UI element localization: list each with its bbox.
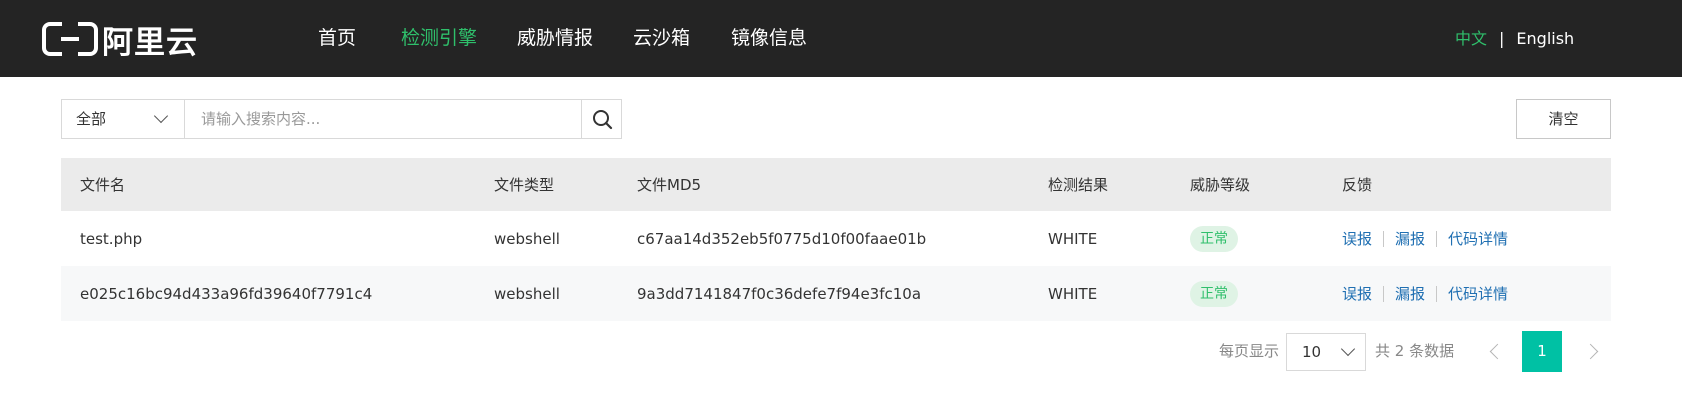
category-select[interactable]: 全部 xyxy=(61,99,185,139)
divider xyxy=(1436,285,1438,302)
per-page-select[interactable]: 10 xyxy=(1286,333,1366,371)
logo-text: 阿里云 xyxy=(102,24,198,61)
code-details-link[interactable]: 代码详情 xyxy=(1448,283,1508,304)
aliyun-logo-icon xyxy=(42,22,98,56)
divider xyxy=(1383,285,1385,302)
false-negative-link[interactable]: 漏报 xyxy=(1395,283,1425,304)
cell-result: WHITE xyxy=(1048,229,1098,248)
nav-item-home[interactable]: 首页 xyxy=(318,0,356,77)
lang-en-link[interactable]: English xyxy=(1516,29,1574,48)
cell-filename: test.php xyxy=(80,229,143,248)
table-row: test.php webshell c67aa14d352eb5f0775d10… xyxy=(61,211,1611,266)
header-md5: 文件MD5 xyxy=(637,176,702,194)
cell-threat-level: 正常 xyxy=(1190,211,1238,266)
next-page-icon[interactable] xyxy=(1582,343,1599,360)
lang-zh-link[interactable]: 中文 xyxy=(1455,29,1487,48)
nav-item-image-info[interactable]: 镜像信息 xyxy=(731,0,807,77)
cell-threat-level: 正常 xyxy=(1190,266,1238,321)
cell-feedback: 误报 漏报 代码详情 xyxy=(1342,211,1508,266)
search-icon xyxy=(593,110,613,130)
code-details-link[interactable]: 代码详情 xyxy=(1448,228,1508,249)
cell-md5: 9a3dd7141847f0c36defe7f94e3fc10a xyxy=(637,284,922,303)
false-negative-link[interactable]: 漏报 xyxy=(1395,228,1425,249)
table-header: 文件名 文件类型 文件MD5 检测结果 威胁等级 反馈 xyxy=(61,158,1611,211)
cell-filename: e025c16bc94d433a96fd39640f7791c4 xyxy=(80,284,373,303)
clear-button[interactable]: 清空 xyxy=(1516,99,1611,139)
search-button[interactable] xyxy=(581,99,622,139)
nav-item-threat-intel[interactable]: 威胁情报 xyxy=(517,0,593,77)
chevron-down-icon xyxy=(1340,341,1356,357)
lang-separator: | xyxy=(1499,29,1505,48)
status-badge: 正常 xyxy=(1190,225,1238,252)
nav-item-cloud-sandbox[interactable]: 云沙箱 xyxy=(633,0,690,77)
category-select-value: 全部 xyxy=(76,110,107,128)
table-row: e025c16bc94d433a96fd39640f7791c4 webshel… xyxy=(61,266,1611,321)
cell-filetype: webshell xyxy=(494,229,560,248)
false-positive-link[interactable]: 误报 xyxy=(1342,283,1372,304)
language-switcher: 中文 | English xyxy=(1455,0,1574,77)
search-input[interactable] xyxy=(184,99,582,139)
status-badge: 正常 xyxy=(1190,280,1238,307)
chevron-down-icon xyxy=(153,108,169,124)
cell-md5: c67aa14d352eb5f0775d10f00faae01b xyxy=(637,229,927,248)
header-filetype: 文件类型 xyxy=(494,176,555,194)
nav-item-detection-engine[interactable]: 检测引擎 xyxy=(401,0,477,77)
page-button-current[interactable]: 1 xyxy=(1522,331,1562,372)
header-result: 检测结果 xyxy=(1048,176,1109,194)
top-navigation-bar: 阿里云 首页 检测引擎 威胁情报 云沙箱 镜像信息 中文 | English xyxy=(0,0,1682,77)
cell-feedback: 误报 漏报 代码详情 xyxy=(1342,266,1508,321)
header-filename: 文件名 xyxy=(80,176,126,194)
per-page-label: 每页显示 xyxy=(1219,342,1280,360)
header-threat-level: 威胁等级 xyxy=(1190,176,1251,194)
false-positive-link[interactable]: 误报 xyxy=(1342,228,1372,249)
aliyun-logo[interactable]: 阿里云 xyxy=(42,21,198,61)
divider xyxy=(1383,230,1385,247)
total-count-label: 共 2 条数据 xyxy=(1375,342,1455,360)
per-page-value: 10 xyxy=(1302,343,1322,361)
cell-filetype: webshell xyxy=(494,284,560,303)
header-feedback: 反馈 xyxy=(1342,176,1373,194)
cell-result: WHITE xyxy=(1048,284,1098,303)
divider xyxy=(1436,230,1438,247)
prev-page-icon[interactable] xyxy=(1489,343,1506,360)
